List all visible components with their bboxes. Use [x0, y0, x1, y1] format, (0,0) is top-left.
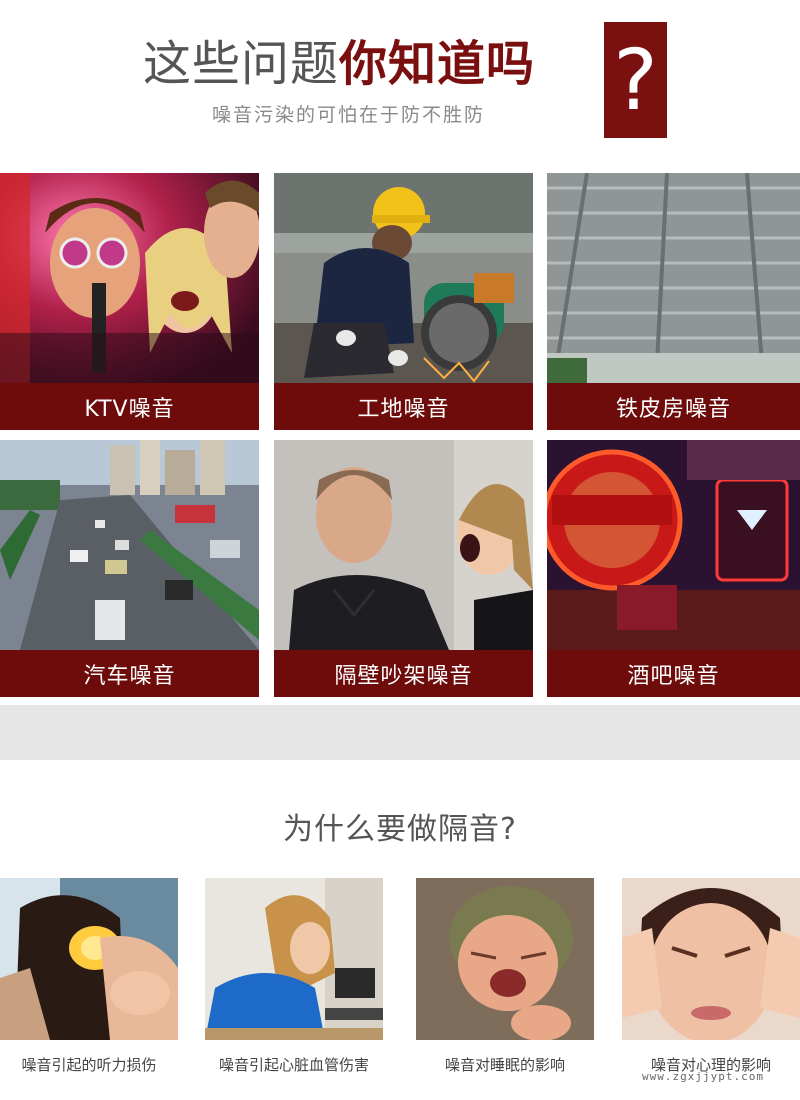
construction-photo — [274, 173, 533, 383]
noise-tile-label: 隔壁吵架噪音 — [274, 650, 533, 697]
question-mark-icon: ? — [613, 31, 658, 129]
noise-tile-ktv[interactable]: KTV噪音 — [0, 173, 259, 430]
noise-tile-construction[interactable]: 工地噪音 — [274, 173, 533, 430]
question-mark-badge: ? — [604, 22, 667, 138]
section2-title: 为什么要做隔音? — [283, 812, 517, 847]
traffic-photo — [0, 440, 259, 650]
bar-photo — [547, 440, 800, 650]
watermark: www.zgxjjypt.com — [642, 1070, 764, 1083]
fatigue-photo — [205, 878, 383, 1040]
effect-card-heart[interactable]: 噪音引起心脏血管伤害 — [205, 878, 383, 1088]
noise-tile-label: 酒吧噪音 — [547, 650, 800, 697]
noise-tile-label: 工地噪音 — [274, 383, 533, 430]
noise-tile-label: KTV噪音 — [0, 383, 259, 430]
title-grey-part: 这些问题 — [143, 36, 340, 92]
noise-tile-label: 铁皮房噪音 — [547, 383, 800, 430]
ear-pain-photo — [0, 878, 178, 1040]
argument-photo — [274, 440, 533, 650]
noise-tile-traffic[interactable]: 汽车噪音 — [0, 440, 259, 697]
noise-tile-argument[interactable]: 隔壁吵架噪音 — [274, 440, 533, 697]
page-title: 这些问题你知道吗 — [143, 34, 535, 94]
effect-card-sleep[interactable]: 噪音对睡眠的影响 — [416, 878, 594, 1088]
noise-tile-tin-roof[interactable]: 铁皮房噪音 — [547, 173, 800, 430]
effect-caption: 噪音引起的听力损伤 — [21, 1056, 157, 1074]
tin-roof-photo — [547, 173, 800, 383]
effect-caption: 噪音引起心脏血管伤害 — [218, 1056, 369, 1074]
noise-tile-bar[interactable]: 酒吧噪音 — [547, 440, 800, 697]
crying-baby-photo — [416, 878, 594, 1040]
effect-caption: 噪音对睡眠的影响 — [444, 1056, 565, 1074]
section-divider — [0, 705, 800, 760]
headache-photo — [622, 878, 800, 1040]
effect-card-hearing[interactable]: 噪音引起的听力损伤 — [0, 878, 178, 1088]
page-subtitle: 噪音污染的可怕在于防不胜防 — [212, 104, 486, 126]
noise-tile-label: 汽车噪音 — [0, 650, 259, 697]
effect-card-psychology[interactable]: 噪音对心理的影响 — [622, 878, 800, 1088]
karaoke-photo — [0, 173, 259, 383]
title-red-part: 你知道吗 — [339, 36, 536, 92]
header: 这些问题你知道吗 噪音污染的可怕在于防不胜防 ? — [0, 0, 800, 160]
